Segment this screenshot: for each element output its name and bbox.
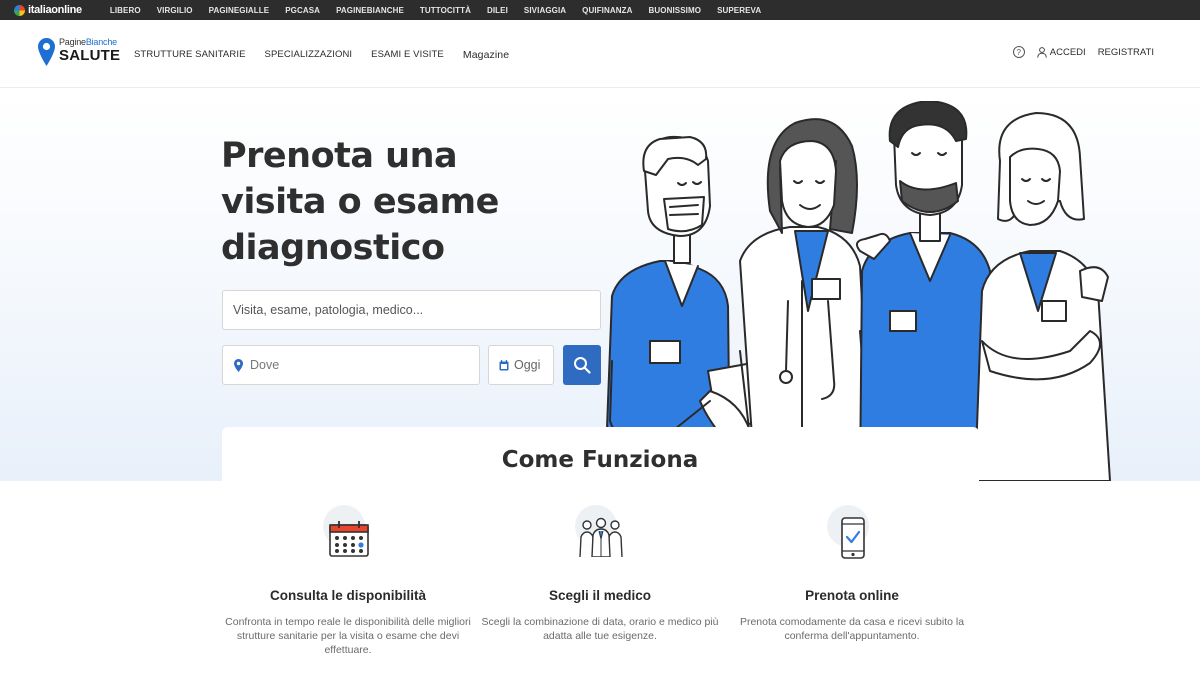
login-label[interactable]: ACCEDI [1050, 47, 1086, 58]
network-links: LIBERO VIRGILIO PAGINEGIALLE PGCASA PAGI… [102, 6, 769, 15]
italiaonline-logo[interactable]: italiaonline [14, 4, 82, 16]
location-field[interactable] [222, 345, 480, 385]
network-link-virgilio[interactable]: VIRGILIO [149, 6, 201, 15]
network-link-paginebianche[interactable]: PAGINEBIANCHE [328, 6, 412, 15]
hero-section: Prenota una visita o esame diagnostico O… [0, 89, 1200, 481]
main-nav: STRUTTURE SANITARIE SPECIALIZZAZIONI ESA… [134, 49, 509, 61]
network-link-dilei[interactable]: DILEI [479, 6, 516, 15]
location-input[interactable] [250, 358, 450, 372]
step-description: Prenota comodamente da casa e ricevi sub… [739, 616, 965, 642]
hero-title: Prenota una visita o esame diagnostico [221, 136, 499, 268]
network-link-buonissimo[interactable]: BUONISSIMO [641, 6, 710, 15]
step-icon-wrap [323, 505, 373, 557]
step-title: Scegli il medico [548, 588, 652, 603]
network-link-quifinanza[interactable]: QUIFINANZA [574, 6, 640, 15]
network-link-pgcasa[interactable]: PGCASA [277, 6, 328, 15]
nav-strutture-sanitarie[interactable]: STRUTTURE SANITARIE [134, 49, 246, 61]
nav-esami-e-visite[interactable]: ESAMI E VISITE [371, 49, 444, 61]
step-description: Scegli la combinazione di data, orario e… [481, 616, 719, 642]
phone-check-icon [841, 517, 865, 559]
calendar-icon [329, 521, 369, 557]
how-it-works-title: Come Funziona [501, 447, 699, 473]
step-icon-wrap [575, 505, 625, 557]
location-pin-logo-icon [38, 38, 55, 66]
date-picker-label: Oggi [514, 358, 541, 372]
nav-magazine[interactable]: Magazine [463, 49, 509, 61]
italiaonline-logo-icon [14, 4, 25, 16]
site-header: PagineBianche SALUTE STRUTTURE SANITARIE… [0, 20, 1200, 88]
network-link-paginegialle[interactable]: PAGINEGIALLE [201, 6, 278, 15]
search-input[interactable] [222, 290, 601, 330]
logo-pagine: Pagine [59, 37, 86, 47]
logo-bianche: Bianche [85, 37, 117, 47]
step-scegli: Scegli il medico Scegli la combinazione … [475, 505, 725, 643]
calendar-small-icon [499, 359, 509, 370]
medical-staff-illustration [604, 101, 1111, 481]
doctors-group-icon [579, 517, 623, 557]
step-consulta: Consulta le disponibilità Confronta in t… [223, 505, 473, 657]
paginebianche-salute-logo[interactable]: PagineBianche SALUTE [38, 38, 120, 66]
date-picker[interactable]: Oggi [488, 345, 554, 385]
step-prenota: Prenota online Prenota comodamente da ca… [727, 505, 977, 643]
network-bar: italiaonline LIBERO VIRGILIO PAGINEGIALL… [0, 0, 1200, 20]
user-nav: ? ACCEDI REGISTRATI [1012, 46, 1154, 58]
help-icon[interactable]: ? [1012, 46, 1025, 58]
italiaonline-logo-text: italiaonline [28, 4, 82, 16]
network-link-libero[interactable]: LIBERO [102, 6, 149, 15]
search-icon [574, 357, 591, 374]
step-title: Prenota online [805, 588, 899, 603]
network-link-supereva[interactable]: SUPEREVA [709, 6, 769, 15]
map-pin-icon [234, 358, 243, 372]
user-icon [1037, 46, 1047, 58]
step-title: Consulta le disponibilità [269, 588, 426, 603]
step-description: Confronta in tempo reale le disponibilit… [225, 616, 471, 656]
network-link-tuttocitta[interactable]: TUTTOCITTÀ [412, 6, 479, 15]
logo-salute: SALUTE [59, 47, 121, 64]
network-link-siviaggia[interactable]: SIVIAGGIA [516, 6, 574, 15]
nav-specializzazioni[interactable]: SPECIALIZZAZIONI [265, 49, 353, 61]
logo-subtitle: PagineBianche [59, 38, 120, 47]
register-link[interactable]: REGISTRATI [1098, 47, 1154, 58]
step-icon-wrap [827, 505, 877, 559]
login-link[interactable]: ACCEDI [1037, 47, 1086, 58]
